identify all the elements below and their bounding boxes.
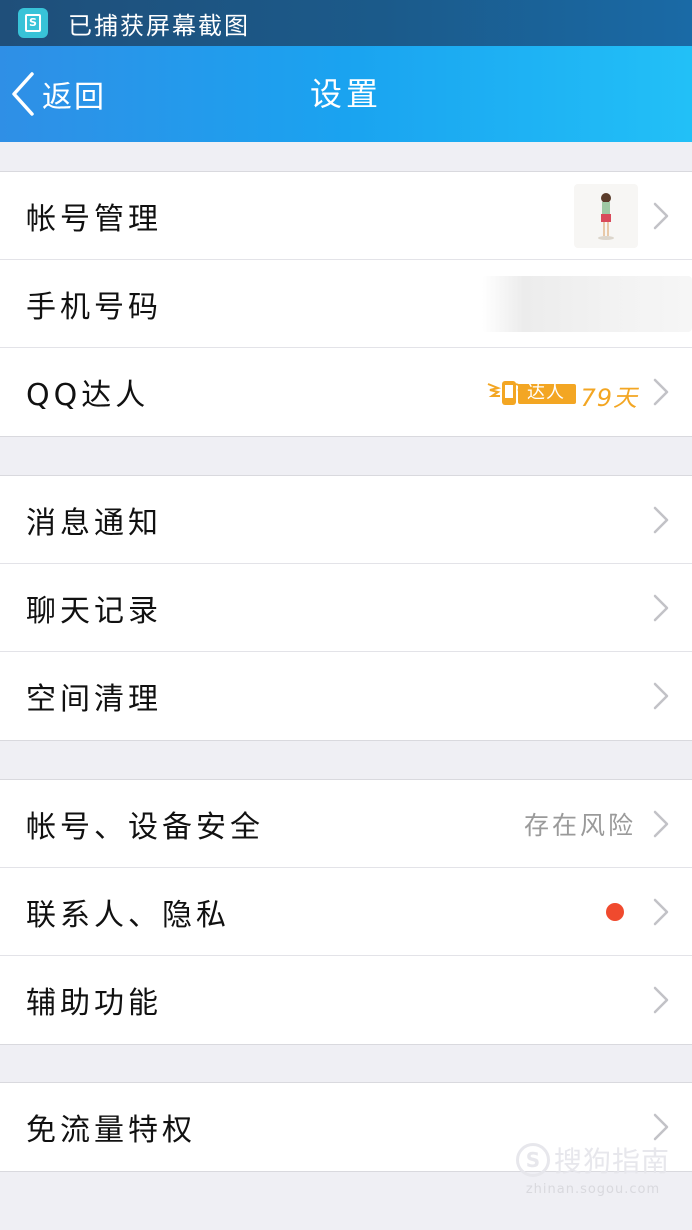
chevron-right-icon bbox=[653, 506, 669, 534]
nav-bar: 返回 设置 bbox=[0, 46, 692, 142]
chevron-right-icon bbox=[653, 986, 669, 1014]
watermark-url: zhinan.sogou.com bbox=[525, 1182, 661, 1197]
settings-row-contacts-privacy[interactable]: 联系人、隐私 bbox=[0, 868, 692, 956]
page-title: 设置 bbox=[309, 75, 382, 113]
redacted-phone-value bbox=[482, 276, 692, 332]
row-label: 帐号、设备安全 bbox=[26, 809, 264, 845]
row-label: 免流量特权 bbox=[26, 1113, 196, 1148]
status-text: 已捕获屏幕截图 bbox=[68, 11, 250, 40]
talent-days: 79天 bbox=[580, 384, 638, 412]
row-label: QQ达人 bbox=[26, 378, 150, 413]
screenshot-app-icon: S bbox=[18, 8, 48, 38]
settings-row-qq-talent[interactable]: QQ达人 达人 79天 bbox=[0, 348, 692, 436]
settings-group-security: 帐号、设备安全 存在风险 联系人、隐私 辅助功能 bbox=[0, 779, 692, 1045]
settings-row-notifications[interactable]: 消息通知 bbox=[0, 476, 692, 564]
chevron-right-icon bbox=[653, 1113, 669, 1141]
settings-group-account: 帐号管理 手机号码 QQ达人 达人 79天 bbox=[0, 171, 692, 437]
watermark-text: 搜狗指南 bbox=[553, 1145, 670, 1178]
sogou-watermark: S 搜狗指南 zhinan.sogou.com bbox=[515, 1140, 670, 1197]
row-label: 帐号管理 bbox=[26, 201, 162, 237]
chevron-right-icon bbox=[653, 898, 669, 926]
row-label: 辅助功能 bbox=[26, 986, 162, 1021]
settings-row-chat-history[interactable]: 聊天记录 bbox=[0, 564, 692, 652]
settings-row-device-security[interactable]: 帐号、设备安全 存在风险 bbox=[0, 780, 692, 868]
risk-status: 存在风险 bbox=[523, 810, 636, 840]
settings-group-messages: 消息通知 聊天记录 空间清理 bbox=[0, 475, 692, 741]
row-label: 空间清理 bbox=[26, 682, 162, 717]
chevron-right-icon bbox=[653, 682, 669, 710]
settings-row-accessibility[interactable]: 辅助功能 bbox=[0, 956, 692, 1044]
chevron-right-icon bbox=[653, 378, 669, 406]
settings-row-storage-cleanup[interactable]: 空间清理 bbox=[0, 652, 692, 740]
sogou-logo-icon: S bbox=[515, 1143, 550, 1177]
notification-dot bbox=[606, 903, 624, 921]
row-label: 聊天记录 bbox=[26, 593, 162, 629]
chevron-right-icon bbox=[653, 202, 669, 230]
settings-row-phone-number[interactable]: 手机号码 bbox=[0, 260, 692, 348]
chevron-right-icon bbox=[653, 594, 669, 622]
settings-row-account-management[interactable]: 帐号管理 bbox=[0, 172, 692, 260]
row-label: 联系人、隐私 bbox=[26, 897, 230, 933]
chevron-right-icon bbox=[653, 810, 669, 838]
row-label: 消息通知 bbox=[26, 505, 162, 541]
row-label: 手机号码 bbox=[26, 289, 162, 325]
avatar bbox=[574, 184, 638, 248]
talent-badge-label: 达人 bbox=[527, 382, 565, 403]
status-bar: S 已捕获屏幕截图 bbox=[0, 0, 692, 46]
